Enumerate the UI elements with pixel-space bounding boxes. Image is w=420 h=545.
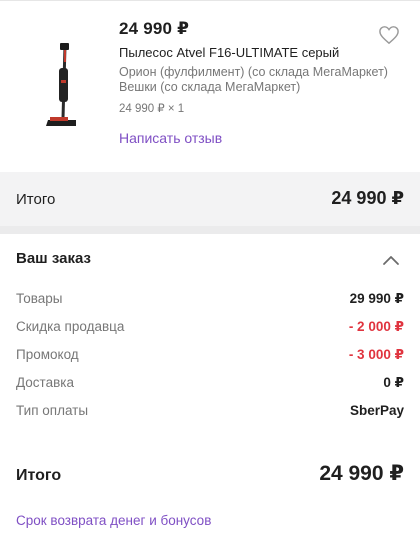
row-value: - 3 000 ₽	[348, 347, 404, 362]
product-card: 24 990 ₽ Пылесос Atvel F16-ULTIMATE серы…	[0, 0, 420, 172]
chevron-up-icon[interactable]	[381, 253, 401, 267]
row-label: Промокод	[16, 347, 79, 362]
heart-outline-icon[interactable]	[378, 25, 400, 45]
order-row-delivery: Доставка 0 ₽	[16, 375, 404, 393]
product-price: 24 990 ₽	[119, 19, 190, 38]
order-section-title: Ваш заказ	[16, 250, 91, 267]
seller-line-1: Орион (фулфилмент) (со склада МегаМаркет…	[119, 65, 388, 79]
order-row-promocode: Промокод - 3 000 ₽	[16, 347, 404, 365]
row-value: 0 ₽	[383, 375, 404, 390]
product-image[interactable]	[38, 40, 84, 130]
row-value: SberPay	[349, 403, 404, 418]
row-label: Скидка продавца	[16, 319, 125, 334]
order-total-value: 24 990 ₽	[319, 462, 404, 485]
row-label: Товары	[16, 291, 63, 306]
product-title[interactable]: Пылесос Atvel F16-ULTIMATE серый	[119, 45, 339, 60]
row-value: - 2 000 ₽	[348, 319, 404, 334]
write-review-link[interactable]: Написать отзыв	[119, 130, 222, 146]
total-label: Итого	[16, 191, 56, 208]
seller-info: Орион (фулфилмент) (со склада МегаМаркет…	[119, 65, 388, 95]
product-quantity: 24 990 ₽ × 1	[119, 103, 185, 115]
order-row-goods: Товары 29 990 ₽	[16, 291, 404, 309]
product-total-band: Итого 24 990 ₽	[0, 172, 420, 226]
refund-terms-link[interactable]: Срок возврата денег и бонусов	[16, 513, 211, 528]
row-label: Доставка	[16, 375, 74, 390]
order-total-label: Итого	[16, 467, 62, 484]
row-value: 29 990 ₽	[349, 291, 404, 306]
order-row-seller-discount: Скидка продавца - 2 000 ₽	[16, 319, 404, 337]
seller-line-2: Вешки (со склада МегаМаркет)	[119, 80, 301, 94]
total-value: 24 990 ₽	[331, 188, 404, 208]
order-row-payment-type: Тип оплаты SberPay	[16, 403, 404, 421]
row-label: Тип оплаты	[16, 403, 89, 418]
section-divider	[0, 226, 420, 234]
